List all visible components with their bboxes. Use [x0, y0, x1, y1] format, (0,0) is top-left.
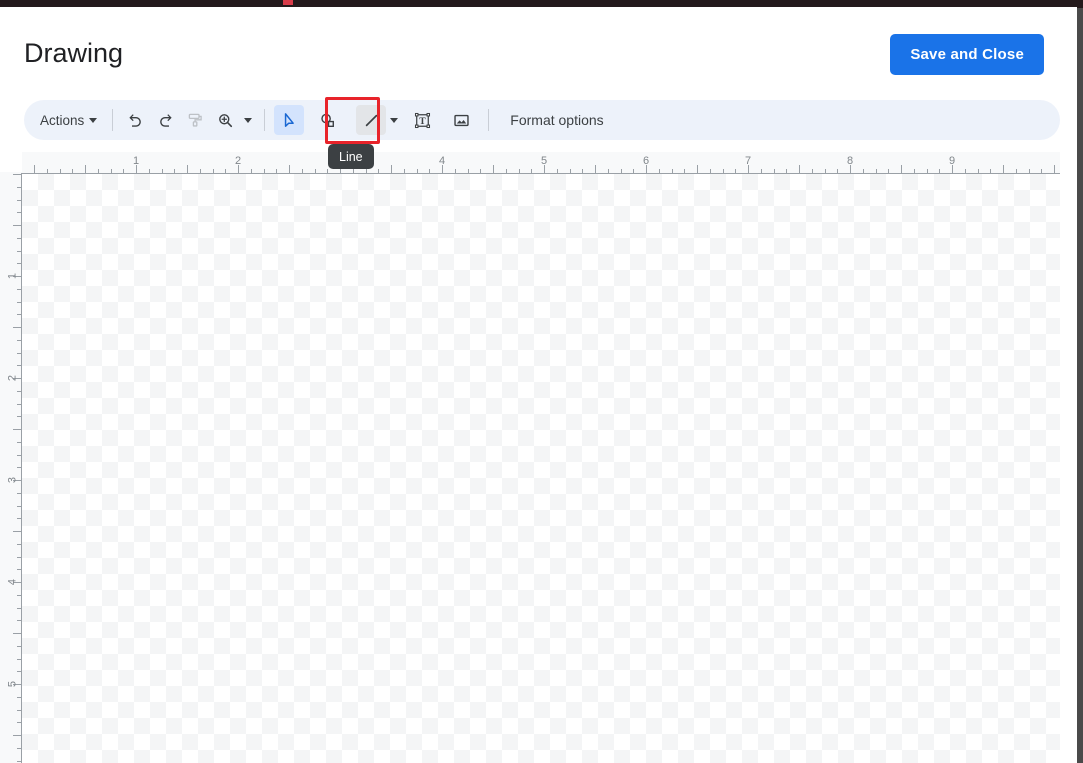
vertical-ruler[interactable]: 1 2 3 4 5 [0, 172, 22, 763]
canvas-transparency-surface[interactable] [22, 174, 1060, 763]
save-and-close-button[interactable]: Save and Close [890, 34, 1044, 75]
drawing-toolbar: Actions [24, 100, 1060, 140]
shape-tool-button[interactable] [312, 105, 342, 135]
drawing-dialog: Drawing Save and Close Actions [0, 0, 1083, 763]
chevron-down-icon [390, 118, 398, 123]
actions-menu-button[interactable]: Actions [30, 105, 105, 135]
ruler-label: 1 [7, 273, 18, 279]
format-options-label: Format options [510, 112, 603, 128]
line-tooltip: Line [328, 144, 374, 169]
window-chrome-right-cap [1077, 0, 1083, 8]
toolbar-divider [488, 109, 489, 131]
select-tool-button[interactable] [274, 105, 304, 135]
chevron-down-icon [244, 118, 252, 123]
svg-text:T: T [419, 116, 426, 127]
undo-button[interactable] [120, 105, 150, 135]
dialog-header: Drawing Save and Close [0, 7, 1077, 95]
text-box-icon: T [412, 110, 433, 131]
magnifier-plus-icon [215, 110, 236, 131]
ruler-label: 5 [541, 156, 547, 167]
ruler-label: 4 [7, 579, 18, 585]
toolbar-divider [264, 109, 265, 131]
ruler-label: 8 [847, 156, 853, 167]
ruler-corner [0, 152, 22, 173]
line-dropdown-button[interactable] [386, 105, 402, 135]
cursor-arrow-icon [279, 110, 300, 131]
paint-format-button[interactable] [180, 105, 210, 135]
ruler-label: 1 [133, 156, 139, 167]
image-icon [451, 110, 472, 131]
paint-roller-icon [185, 110, 206, 131]
window-chrome-right [1077, 0, 1083, 763]
format-options-button[interactable]: Format options [498, 105, 615, 135]
image-tool-button[interactable] [446, 105, 476, 135]
zoom-dropdown-button[interactable] [240, 105, 256, 135]
text-box-tool-button[interactable]: T [407, 105, 437, 135]
ruler-label: 6 [643, 156, 649, 167]
page-title: Drawing [24, 34, 123, 72]
shape-icon [317, 110, 338, 131]
window-accent-mark [283, 0, 293, 5]
drawing-canvas[interactable] [22, 174, 1060, 763]
toolbar-divider [112, 109, 113, 131]
redo-icon [155, 110, 176, 131]
window-chrome-top [0, 0, 1083, 7]
ruler-label: 5 [7, 681, 18, 687]
ruler-label: 3 [7, 477, 18, 483]
redo-button[interactable] [150, 105, 180, 135]
undo-icon [125, 110, 146, 131]
line-tool-button[interactable] [356, 105, 386, 135]
chevron-down-icon [89, 118, 97, 123]
ruler-label: 9 [949, 156, 955, 167]
ruler-label: 4 [439, 156, 445, 167]
actions-menu-label: Actions [40, 113, 84, 128]
zoom-button[interactable] [210, 105, 240, 135]
ruler-label: 2 [7, 375, 18, 381]
ruler-label: 2 [235, 156, 241, 167]
horizontal-ruler[interactable]: 123456789 [22, 152, 1060, 174]
ruler-label: 7 [745, 156, 751, 167]
line-icon [361, 110, 382, 131]
